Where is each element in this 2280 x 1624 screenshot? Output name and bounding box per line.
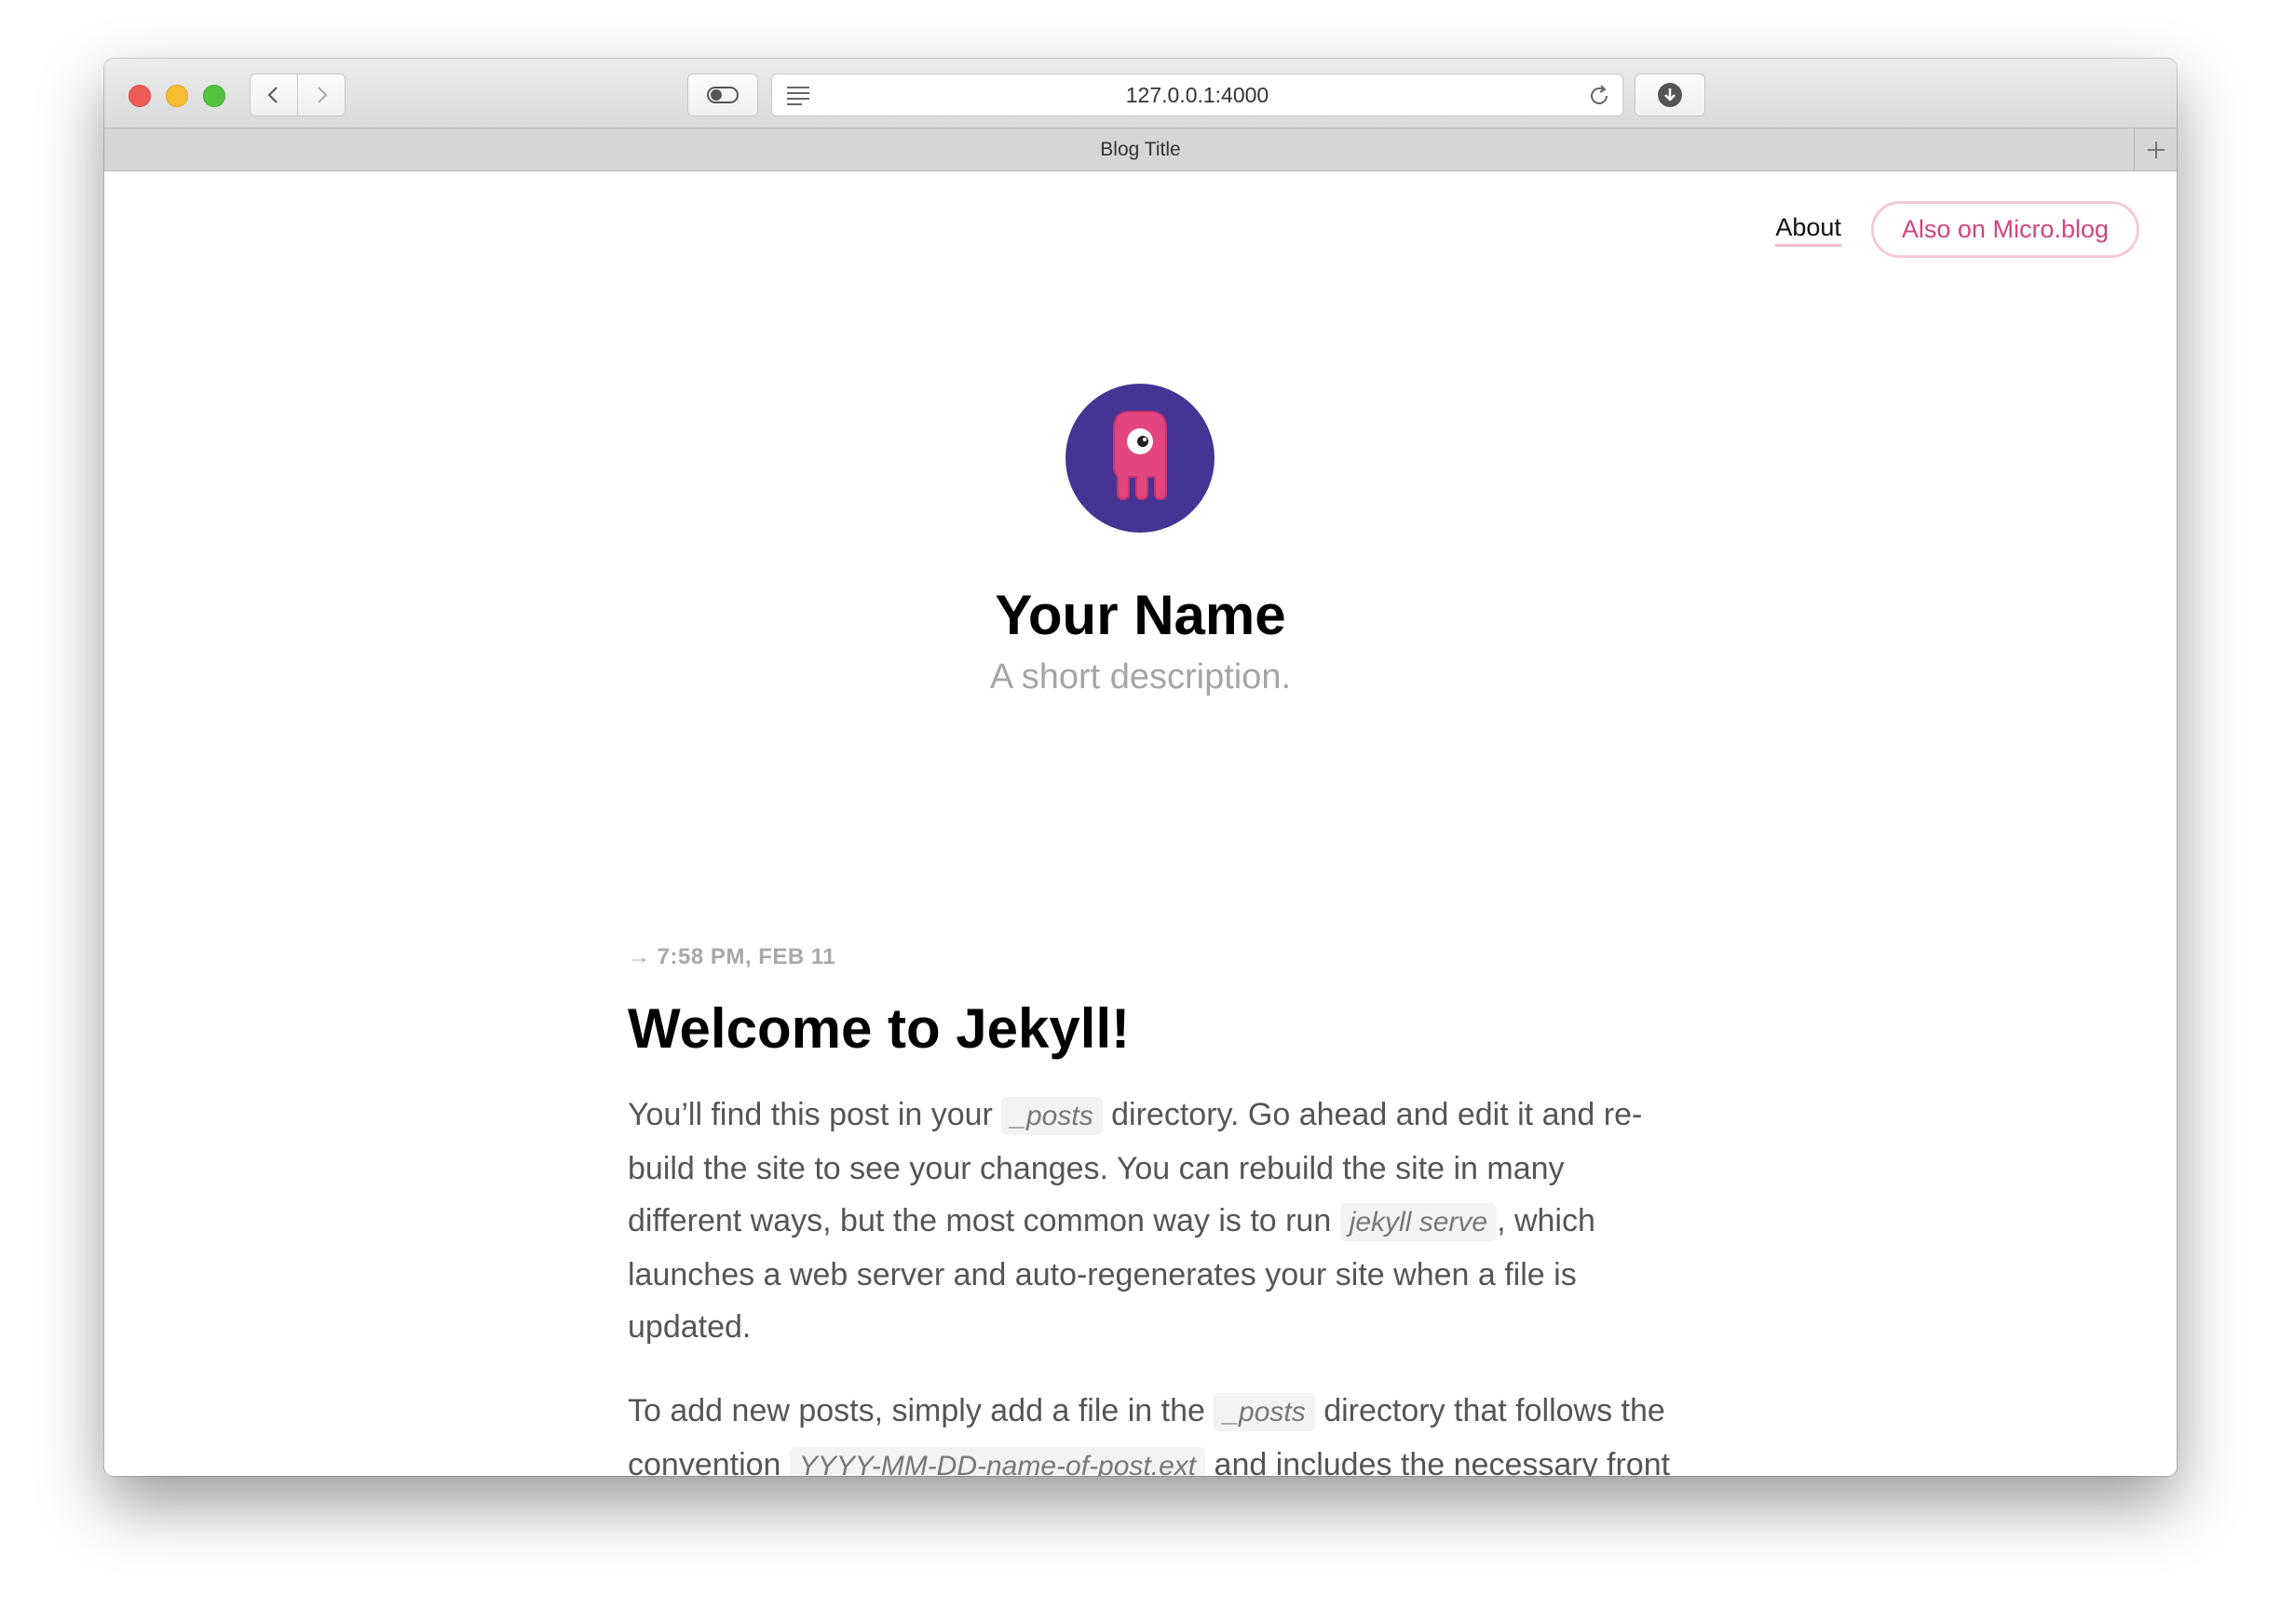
- back-button[interactable]: [250, 74, 298, 116]
- microblog-button[interactable]: Also on Micro.blog: [1870, 201, 2139, 258]
- url-text: 127.0.0.1:4000: [1125, 82, 1269, 107]
- post: → 7:58 PM, FEB 11 Welcome to Jekyll! You…: [628, 944, 1671, 1476]
- inline-code: _posts: [1214, 1393, 1315, 1431]
- plus-icon: [2147, 142, 2165, 158]
- toggle-icon: [707, 87, 739, 103]
- forward-button[interactable]: [297, 74, 346, 116]
- post-date-link[interactable]: → 7:58 PM, FEB 11: [628, 944, 1671, 970]
- chevron-left-icon: [267, 87, 278, 103]
- minimize-window-button[interactable]: [166, 85, 188, 107]
- profile-description: A short description.: [989, 657, 1292, 697]
- post-paragraph: To add new posts, simply add a file in t…: [628, 1385, 1671, 1476]
- new-tab-button[interactable]: [2134, 129, 2177, 171]
- sidebar-toggle-button[interactable]: [687, 74, 758, 116]
- tab-title[interactable]: Blog Title: [1100, 139, 1180, 161]
- profile-name: Your Name: [995, 584, 1286, 646]
- tab-bar: Blog Title: [104, 129, 2177, 171]
- inline-code: _posts: [1001, 1097, 1103, 1135]
- reader-icon[interactable]: [785, 85, 811, 105]
- browser-toolbar: 127.0.0.1:4000: [104, 59, 2177, 129]
- post-title: Welcome to Jekyll!: [628, 997, 1131, 1060]
- post-body: You’ll find this post in your _posts dir…: [628, 1089, 1671, 1476]
- paragraph-text: To add new posts, simply add a file in t…: [628, 1393, 1215, 1428]
- post-paragraph: You’ll find this post in your _posts dir…: [628, 1089, 1671, 1353]
- paragraph-text: You’ll find this post in your: [628, 1097, 1002, 1132]
- inline-code: jekyll serve: [1339, 1203, 1498, 1241]
- close-window-button[interactable]: [129, 85, 151, 107]
- zoom-window-button[interactable]: [203, 85, 225, 107]
- avatar: [1065, 384, 1215, 533]
- inline-code: YYYY-MM-DD-name-of-post.ext: [789, 1447, 1206, 1476]
- browser-window: 127.0.0.1:4000 Blog Title About Also on …: [104, 59, 2177, 1476]
- address-bar[interactable]: 127.0.0.1:4000: [771, 74, 1623, 116]
- download-icon: [1658, 83, 1682, 107]
- downloads-button[interactable]: [1635, 74, 1705, 116]
- page-content: About Also on Micro.blog Your Name A sho…: [104, 171, 2177, 1476]
- reload-icon[interactable]: [1587, 84, 1611, 108]
- site-nav: About Also on Micro.blog: [1775, 201, 2139, 258]
- chevron-right-icon: [318, 87, 328, 103]
- about-link[interactable]: About: [1775, 213, 1841, 247]
